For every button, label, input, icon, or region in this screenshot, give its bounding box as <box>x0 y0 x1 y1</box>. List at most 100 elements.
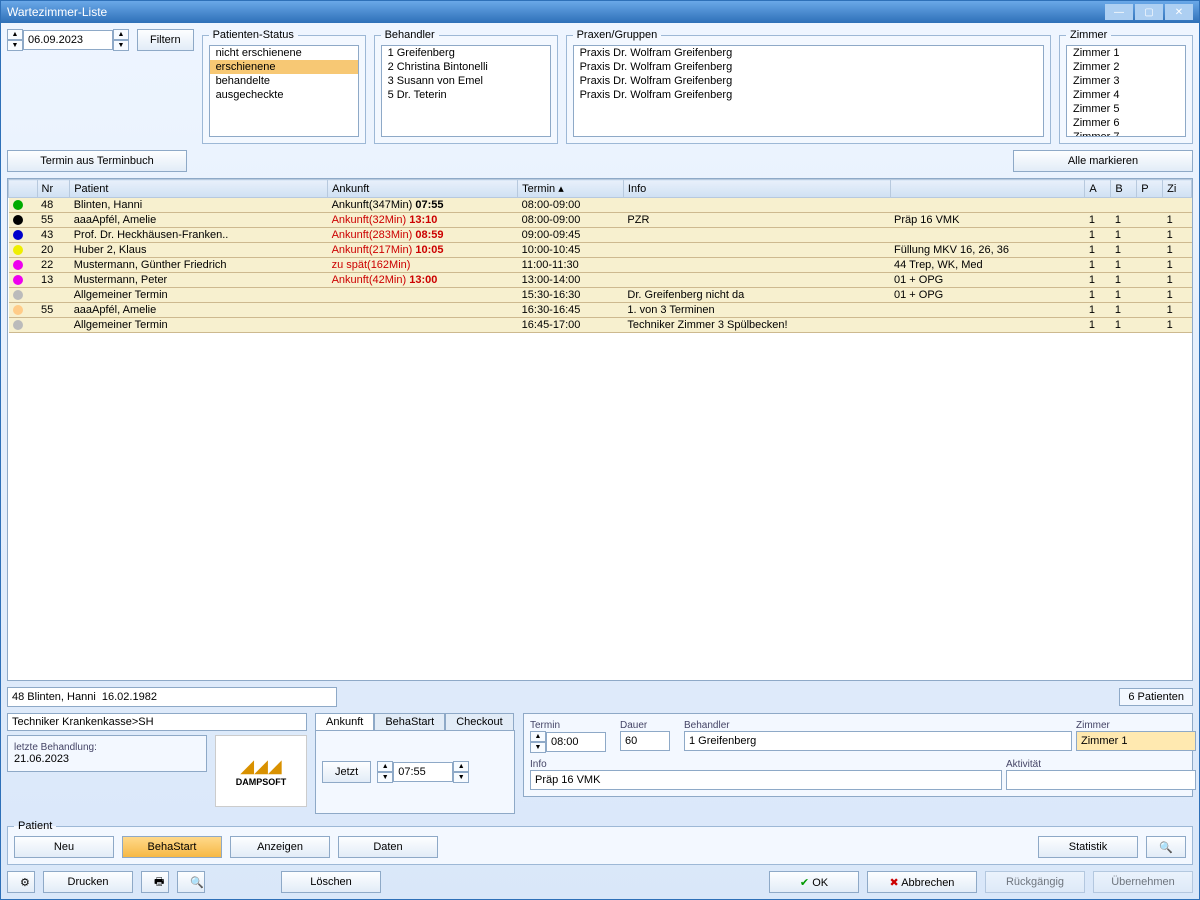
minimize-button[interactable]: — <box>1105 4 1133 20</box>
table-row[interactable]: 55aaaApfél, Amelie16:30-16:451. von 3 Te… <box>9 303 1192 318</box>
column-header[interactable] <box>9 180 38 198</box>
list-item[interactable]: erschienene <box>210 60 358 74</box>
status-legend: Patienten-Status <box>209 29 298 41</box>
gear-icon: ⚙ <box>20 877 30 889</box>
list-item[interactable]: Zimmer 6 <box>1067 116 1185 130</box>
behandler-listbox[interactable]: 1 Greifenberg2 Christina Bintonelli3 Sus… <box>381 45 551 137</box>
summary-field[interactable] <box>7 687 337 707</box>
list-item[interactable]: Zimmer 4 <box>1067 88 1185 102</box>
column-header[interactable]: Info <box>623 180 890 198</box>
letzte-behandlung-date: 21.06.2023 <box>14 753 200 765</box>
date-down-icon[interactable]: ▼ <box>7 40 23 51</box>
column-header[interactable]: Patient <box>70 180 328 198</box>
brand-logo: ◢◢◢ DAMPSOFT <box>215 735 307 807</box>
info-input[interactable] <box>530 770 1002 790</box>
praxen-legend: Praxen/Gruppen <box>573 29 662 41</box>
column-header[interactable]: Nr <box>37 180 70 198</box>
terminbuch-button[interactable]: Termin aus Terminbuch <box>7 150 187 172</box>
column-header[interactable]: Ankunft <box>328 180 518 198</box>
behandler-input[interactable] <box>684 731 1072 751</box>
anzeigen-button[interactable]: Anzeigen <box>230 836 330 858</box>
status-listbox[interactable]: nicht erschieneneerschienenebehandelteau… <box>209 45 359 137</box>
list-item[interactable]: Zimmer 3 <box>1067 74 1185 88</box>
search-icon: 🔍 <box>190 877 204 889</box>
titlebar: Wartezimmer-Liste — ▢ ✕ <box>1 1 1199 23</box>
date-spinner[interactable]: ▲▼ ▲▼ <box>7 29 129 51</box>
table-row[interactable]: 13Mustermann, PeterAnkunft(42Min) 13:001… <box>9 273 1192 288</box>
zimmer-listbox[interactable]: Zimmer 1Zimmer 2Zimmer 3Zimmer 4Zimmer 5… <box>1066 45 1186 137</box>
date-up2-icon[interactable]: ▲ <box>113 29 129 40</box>
aktivitaet-input[interactable] <box>1006 770 1196 790</box>
list-item[interactable]: Zimmer 7 <box>1067 130 1185 137</box>
print-button[interactable]: 🖶 <box>141 871 169 893</box>
abbrechen-button[interactable]: ✖ Abbrechen <box>867 871 977 893</box>
column-header[interactable]: Termin ▴ <box>518 180 624 198</box>
zoom-button[interactable]: 🔍 <box>1146 836 1186 858</box>
list-item[interactable]: Praxis Dr. Wolfram Greifenberg <box>574 46 1043 60</box>
x-icon: ✖ <box>890 877 899 889</box>
column-header[interactable]: A <box>1085 180 1111 198</box>
jetzt-button[interactable]: Jetzt <box>322 761 371 783</box>
list-item[interactable]: Zimmer 5 <box>1067 102 1185 116</box>
date-down2-icon[interactable]: ▼ <box>113 40 129 51</box>
statistik-button[interactable]: Statistik <box>1038 836 1138 858</box>
maximize-button[interactable]: ▢ <box>1135 4 1163 20</box>
list-item[interactable]: Praxis Dr. Wolfram Greifenberg <box>574 60 1043 74</box>
list-item[interactable]: Zimmer 2 <box>1067 60 1185 74</box>
table-row[interactable]: 22Mustermann, Günther Friedrichzu spät(1… <box>9 258 1192 273</box>
kasse-label: Techniker Krankenkasse>SH <box>7 713 307 731</box>
check-icon: ✔ <box>800 877 809 889</box>
list-item[interactable]: Praxis Dr. Wolfram Greifenberg <box>574 74 1043 88</box>
window-title: Wartezimmer-Liste <box>7 5 107 19</box>
column-header[interactable]: Zi <box>1163 180 1192 198</box>
list-item[interactable]: Zimmer 1 <box>1067 46 1185 60</box>
column-header[interactable] <box>890 180 1085 198</box>
date-input[interactable] <box>23 30 113 50</box>
time-spinner[interactable]: ▲▼ ▲▼ <box>377 761 469 783</box>
uebernehmen-button[interactable]: Übernehmen <box>1093 871 1193 893</box>
table-row[interactable]: Allgemeiner Termin15:30-16:30Dr. Greifen… <box>9 288 1192 303</box>
list-item[interactable]: ausgecheckte <box>210 88 358 102</box>
termin-input[interactable] <box>546 732 606 752</box>
table-row[interactable]: Allgemeiner Termin16:45-17:00Techniker Z… <box>9 318 1192 333</box>
rueckgaengig-button[interactable]: Rückgängig <box>985 871 1085 893</box>
tab-checkout[interactable]: Checkout <box>445 713 513 730</box>
table-row[interactable]: 43Prof. Dr. Heckhäusen-Franken..Ankunft(… <box>9 228 1192 243</box>
time-tabs[interactable]: Ankunft BehaStart Checkout <box>315 713 515 730</box>
tab-ankunft[interactable]: Ankunft <box>315 713 374 730</box>
list-item[interactable]: 2 Christina Bintonelli <box>382 60 550 74</box>
drucken-button[interactable]: Drucken <box>43 871 133 893</box>
table-row[interactable]: 48Blinten, HanniAnkunft(347Min) 07:5508:… <box>9 198 1192 213</box>
behandler-legend: Behandler <box>381 29 439 41</box>
search-button[interactable]: 🔍 <box>177 871 205 893</box>
tab-behastart[interactable]: BehaStart <box>374 713 445 730</box>
praxen-listbox[interactable]: Praxis Dr. Wolfram GreifenbergPraxis Dr.… <box>573 45 1044 137</box>
table-row[interactable]: 55aaaApfél, AmelieAnkunft(32Min) 13:1008… <box>9 213 1192 228</box>
patient-count: 6 Patienten <box>1119 688 1193 706</box>
dauer-input[interactable] <box>620 731 670 751</box>
list-item[interactable]: Praxis Dr. Wolfram Greifenberg <box>574 88 1043 102</box>
patient-table[interactable]: NrPatientAnkunftTermin ▴Info ABPZi48Blint… <box>8 179 1192 333</box>
list-item[interactable]: nicht erschienene <box>210 46 358 60</box>
loeschen-button[interactable]: Löschen <box>281 871 381 893</box>
column-header[interactable]: B <box>1111 180 1137 198</box>
list-item[interactable]: 1 Greifenberg <box>382 46 550 60</box>
list-item[interactable]: 5 Dr. Teterin <box>382 88 550 102</box>
list-item[interactable]: behandelte <box>210 74 358 88</box>
alle-markieren-button[interactable]: Alle markieren <box>1013 150 1193 172</box>
filter-button[interactable]: Filtern <box>137 29 194 51</box>
behastart-button[interactable]: BehaStart <box>122 836 222 858</box>
table-row[interactable]: 20Huber 2, KlausAnkunft(217Min) 10:0510:… <box>9 243 1192 258</box>
ok-button[interactable]: ✔ OK <box>769 871 859 893</box>
gear-button[interactable]: ⚙ <box>7 871 35 893</box>
column-header[interactable]: P <box>1137 180 1163 198</box>
daten-button[interactable]: Daten <box>338 836 438 858</box>
zimmer-input[interactable] <box>1076 731 1196 751</box>
zimmer-legend: Zimmer <box>1066 29 1111 41</box>
patient-section-legend: Patient <box>14 820 56 832</box>
neu-button[interactable]: Neu <box>14 836 114 858</box>
close-button[interactable]: ✕ <box>1165 4 1193 20</box>
time-input[interactable] <box>393 762 453 782</box>
date-up-icon[interactable]: ▲ <box>7 29 23 40</box>
list-item[interactable]: 3 Susann von Emel <box>382 74 550 88</box>
